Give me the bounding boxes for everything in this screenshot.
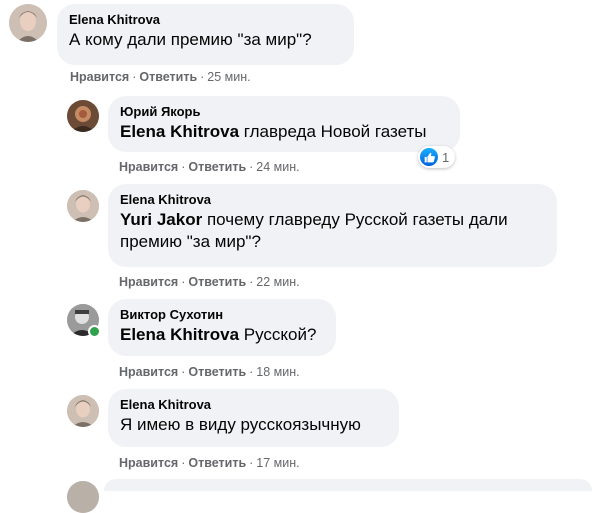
online-status-indicator xyxy=(88,325,101,338)
avatar[interactable] xyxy=(67,190,99,222)
comment-body: Русской? xyxy=(243,325,317,344)
comment-text: А кому дали премию "за мир"? xyxy=(69,30,312,49)
reply-link[interactable]: Ответить xyxy=(188,456,246,470)
avatar[interactable] xyxy=(9,4,47,42)
reply-link[interactable]: Ответить xyxy=(188,160,246,174)
mention-link[interactable]: Elena Khitrova xyxy=(120,325,239,344)
comment-bubble: Elena Khitrova А кому дали премию "за ми… xyxy=(57,4,354,65)
comment-body: главреда Новой газеты xyxy=(243,122,427,141)
comment-text: Elena Khitrova главреда Новой газеты xyxy=(120,121,448,143)
timestamp[interactable]: 25 мин. xyxy=(207,70,250,84)
comment-actions: Нравится · Ответить · 25 мин. xyxy=(70,70,251,84)
comment-bubble: Elena Khitrova Я имею в виду русскоязычн… xyxy=(108,389,399,447)
timestamp[interactable]: 18 мин. xyxy=(256,365,299,379)
comment-text: Elena Khitrova Русской? xyxy=(120,324,324,346)
comment-actions: Нравится · Ответить · 22 мин. xyxy=(119,275,300,289)
comment-bubble: Виктор Сухотин Elena Khitrova Русской? xyxy=(108,299,336,356)
like-link[interactable]: Нравится xyxy=(119,365,178,379)
comment-actions: Нравится · Ответить · 17 мин. xyxy=(119,456,300,470)
comment-bubble: Юрий Якорь Elena Khitrova главреда Новой… xyxy=(108,96,460,152)
like-link[interactable]: Нравится xyxy=(119,275,178,289)
reaction-count: 1 xyxy=(442,149,450,165)
reply-link[interactable]: Ответить xyxy=(139,70,197,84)
avatar[interactable] xyxy=(67,481,99,513)
mention-link[interactable]: Yuri Jakor xyxy=(120,210,202,229)
timestamp[interactable]: 17 мин. xyxy=(256,456,299,470)
avatar[interactable] xyxy=(67,100,99,132)
like-thumb-icon xyxy=(420,148,438,166)
comment-author[interactable]: Юрий Якорь xyxy=(120,104,448,120)
comment-text: Yuri Jakor почему главреду Русской газет… xyxy=(120,209,545,253)
comment-author[interactable]: Виктор Сухотин xyxy=(120,307,324,323)
comment-author[interactable]: Elena Khitrova xyxy=(69,12,342,28)
timestamp[interactable]: 24 мин. xyxy=(256,160,299,174)
like-link[interactable]: Нравится xyxy=(70,70,129,84)
like-link[interactable]: Нравится xyxy=(119,160,178,174)
comment-text: Я имею в виду русскоязычную xyxy=(120,415,361,434)
reaction-badge[interactable]: 1 xyxy=(418,146,456,168)
comment-author[interactable]: Elena Khitrova xyxy=(120,397,387,413)
comment-body: премию "за мир"? xyxy=(120,232,261,251)
avatar[interactable] xyxy=(67,395,99,427)
comment-bubble-partial xyxy=(104,479,592,491)
comment-author[interactable]: Elena Khitrova xyxy=(120,192,545,208)
mention-link[interactable]: Elena Khitrova xyxy=(120,122,239,141)
comment-body: почему главреду Русской газеты дали xyxy=(206,210,508,229)
comment-actions: Нравится · Ответить · 18 мин. xyxy=(119,365,300,379)
reply-link[interactable]: Ответить xyxy=(188,275,246,289)
reply-link[interactable]: Ответить xyxy=(188,365,246,379)
timestamp[interactable]: 22 мин. xyxy=(256,275,299,289)
like-link[interactable]: Нравится xyxy=(119,456,178,470)
comment-bubble: Elena Khitrova Yuri Jakor почему главред… xyxy=(108,184,557,267)
comment-actions: Нравится · Ответить · 24 мин. xyxy=(119,160,300,174)
